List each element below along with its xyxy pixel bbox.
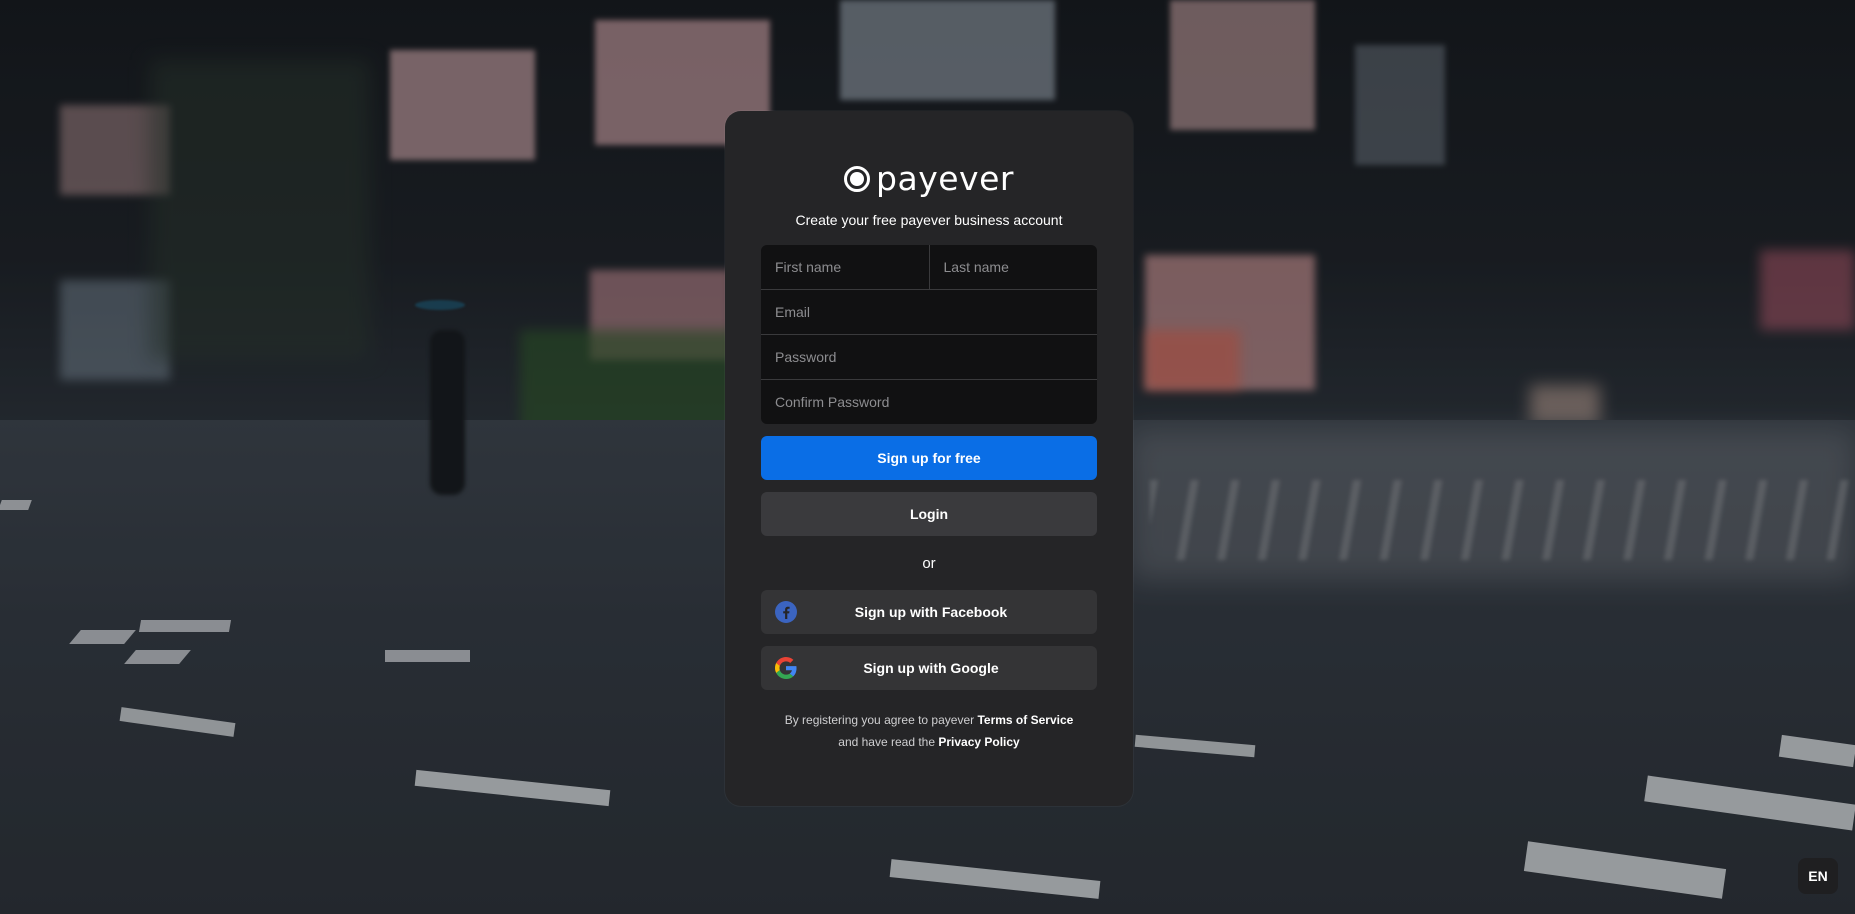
payever-circle-logo-icon (844, 166, 871, 192)
legal-privacy-prefix: and have read the (838, 735, 939, 749)
first-name-input[interactable] (773, 258, 929, 276)
signup-subtitle: Create your free payever business accoun… (795, 212, 1063, 228)
legal-notice: By registering you agree to payever Term… (725, 709, 1133, 753)
facebook-signup-label: Sign up with Facebook (854, 604, 1008, 620)
email-input[interactable] (773, 303, 1097, 321)
last-name-input[interactable] (941, 258, 1097, 276)
email-field[interactable] (761, 290, 1097, 334)
signup-form (761, 245, 1097, 424)
google-signup-label: Sign up with Google (863, 660, 999, 676)
login-button[interactable]: Login (761, 492, 1097, 536)
facebook-icon (775, 601, 797, 623)
sign-up-button[interactable]: Sign up for free (761, 436, 1097, 480)
facebook-signup-button[interactable]: Sign up with Facebook (761, 590, 1097, 634)
confirm-password-field[interactable] (761, 380, 1097, 424)
terms-of-service-link[interactable]: Terms of Service (977, 713, 1073, 727)
privacy-policy-link[interactable]: Privacy Policy (938, 735, 1019, 749)
or-separator: or (922, 555, 936, 572)
name-row (761, 245, 1097, 290)
legal-line-2: and have read the Privacy Policy (725, 731, 1133, 753)
language-switcher-button[interactable]: EN (1798, 858, 1838, 894)
payever-logo: payever (725, 161, 1133, 197)
password-field[interactable] (761, 335, 1097, 379)
signup-card: payever Create your free payever busines… (725, 111, 1133, 806)
legal-line-1: By registering you agree to payever Term… (725, 709, 1133, 731)
first-name-field[interactable] (761, 245, 929, 289)
google-icon (775, 657, 797, 679)
confirm-password-input[interactable] (773, 393, 1097, 411)
confirm-password-row (761, 380, 1097, 424)
email-row (761, 290, 1097, 335)
password-row (761, 335, 1097, 380)
last-name-field[interactable] (928, 245, 1097, 289)
google-signup-button[interactable]: Sign up with Google (761, 646, 1097, 690)
brand-wordmark: payever (876, 159, 1014, 198)
legal-terms-prefix: By registering you agree to payever (784, 713, 978, 727)
password-input[interactable] (773, 348, 1097, 366)
